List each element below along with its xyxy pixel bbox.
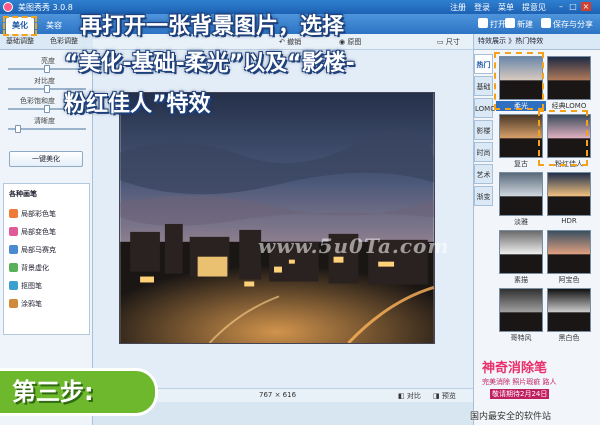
slider-knob[interactable]: [44, 105, 50, 113]
new-button[interactable]: 新建: [505, 18, 533, 31]
ad-text-2: 敬请期待2月24日: [490, 389, 550, 399]
brush-panel: 各种画笔 局部彩色笔局部变色笔局部马赛克背景虚化抠图笔涂鸦笔: [3, 183, 90, 335]
instruction-line-2: “美化-基础-柔光”以及“影楼-: [64, 51, 355, 76]
effect-category[interactable]: LOMO: [474, 98, 496, 118]
effect-category[interactable]: 影楼: [474, 120, 493, 140]
brush-label: 涂鸦笔: [21, 300, 42, 308]
effect-thumbnail[interactable]: [547, 288, 591, 332]
brush-item[interactable]: 局部马赛克: [9, 244, 56, 256]
highlight-pink-lady: [538, 110, 588, 166]
size-button[interactable]: ▭ 尺寸: [437, 37, 460, 47]
slider-track[interactable]: [8, 125, 86, 133]
instruction-line-3: 粉红佳人”特效: [64, 92, 211, 117]
menu-register[interactable]: 注册: [450, 2, 466, 13]
instruction-line-1: 再打开一张背景图片，选择: [80, 14, 345, 39]
effect-thumbnail[interactable]: [499, 230, 543, 274]
slider-knob[interactable]: [44, 65, 50, 73]
save-icon: [541, 18, 551, 28]
folder-icon: [478, 18, 488, 28]
maximize-icon[interactable]: □: [568, 2, 578, 11]
menu-main[interactable]: 菜单: [498, 2, 514, 13]
effect-thumbnail[interactable]: [499, 172, 543, 216]
brush-label: 背景虚化: [21, 264, 49, 272]
step-badge: 第三步:: [0, 368, 158, 416]
close-icon[interactable]: ×: [581, 2, 591, 11]
highlight-beautify-tab: [3, 16, 37, 36]
effect-thumbnail[interactable]: [499, 114, 543, 158]
effect-category[interactable]: 时尚: [474, 142, 493, 162]
effect-category[interactable]: 渐变: [474, 186, 493, 206]
effect-label: 哥特风: [510, 334, 532, 342]
app-logo-icon: [3, 2, 13, 12]
site-footer-text: 国内最安全的软件站: [470, 412, 552, 422]
effects-breadcrumb: 特效展示 》热门特效: [474, 34, 600, 50]
open-button[interactable]: 打开: [478, 18, 506, 31]
image-dimensions: 767 × 616: [259, 391, 297, 399]
slider-label: 清晰度: [34, 117, 55, 125]
effect-thumbnail[interactable]: [547, 56, 591, 100]
app-window: 美图秀秀 3.0.8 注册 登录 菜单 提意见 – □ × 美化 美容 打开 新…: [0, 0, 600, 425]
brush-icon: [9, 227, 18, 236]
watermark: www.5u0Ta.com: [258, 234, 450, 258]
menu-login[interactable]: 登录: [474, 2, 490, 13]
minimize-icon[interactable]: –: [556, 2, 566, 11]
save-share-button[interactable]: 保存与分享: [541, 18, 593, 31]
effect-category[interactable]: 热门: [474, 54, 493, 74]
compare-button[interactable]: ◧ 对比: [398, 391, 421, 401]
effect-label: 阿宝色: [558, 276, 580, 284]
ad-text-1: 完美消除 照片瑕疵 路人: [482, 378, 557, 386]
app-title: 美图秀秀 3.0.8: [18, 3, 73, 12]
ad-brand: 神奇消除笔: [482, 361, 548, 376]
brush-icon: [9, 245, 18, 254]
highlight-soft-light: [494, 52, 544, 110]
ad-banner[interactable]: 神奇消除笔 完美消除 照片瑕疵 路人 敬请期待2月24日: [476, 355, 598, 407]
effect-label: 黑白色: [558, 334, 580, 342]
brush-label: 抠图笔: [21, 282, 42, 290]
brush-icon: [9, 263, 18, 272]
effect-thumbnail[interactable]: [499, 288, 543, 332]
brush-label: 局部彩色笔: [21, 210, 56, 218]
brush-icon: [9, 299, 18, 308]
brush-item[interactable]: 涂鸦笔: [9, 298, 42, 310]
tab-face[interactable]: 美容: [40, 17, 68, 34]
effect-thumbnail[interactable]: [547, 230, 591, 274]
slider-knob[interactable]: [15, 125, 22, 133]
preview-button[interactable]: ◨ 预览: [433, 391, 456, 401]
effect-thumbnail[interactable]: [547, 172, 591, 216]
slider-knob[interactable]: [44, 85, 50, 93]
brush-label: 局部变色笔: [21, 228, 56, 236]
effect-label: 淡雅: [514, 218, 528, 226]
brush-icon: [9, 281, 18, 290]
effect-label: HDR: [561, 217, 577, 225]
menu-feedback[interactable]: 提意见: [522, 2, 546, 13]
tab-basic-adjust[interactable]: 基础调整: [6, 36, 34, 46]
brush-item[interactable]: 背景虚化: [9, 262, 49, 274]
brush-item[interactable]: 局部变色笔: [9, 226, 56, 238]
brush-item[interactable]: 抠图笔: [9, 280, 42, 292]
plus-icon: [505, 18, 515, 28]
one-key-beautify-button[interactable]: 一键美化: [9, 151, 83, 167]
brush-item[interactable]: 局部彩色笔: [9, 208, 56, 220]
brush-label: 局部马赛克: [21, 246, 56, 254]
effect-category[interactable]: 基础: [474, 76, 493, 96]
brush-icon: [9, 209, 18, 218]
effect-category[interactable]: 艺术: [474, 164, 493, 184]
brush-panel-title: 各种画笔: [9, 190, 37, 198]
effect-label: 素描: [514, 276, 528, 284]
city-night-photo: [119, 92, 435, 344]
